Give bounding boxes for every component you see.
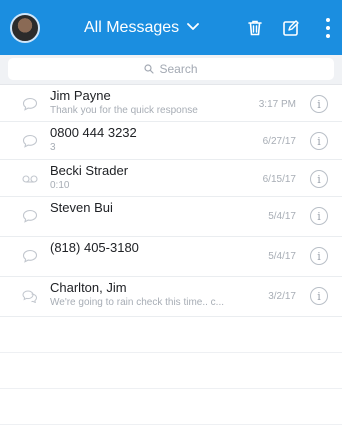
contact-name: Jim Payne	[50, 88, 111, 103]
info-icon[interactable]: i	[310, 132, 328, 150]
search-placeholder: Search	[159, 62, 198, 76]
info-icon[interactable]: i	[310, 207, 328, 225]
page-title: All Messages	[84, 18, 180, 36]
compose-icon[interactable]	[282, 19, 300, 37]
message-row[interactable]: Charlton, Jim We're going to rain check …	[0, 277, 342, 317]
search-input[interactable]: Search	[8, 58, 334, 80]
contact-name: Steven Bui	[50, 200, 113, 215]
message-date: 6/27/17	[262, 136, 296, 147]
message-filter-dropdown[interactable]: All Messages	[84, 18, 200, 37]
message-row[interactable]: Jim Payne Thank you for the quick respon…	[0, 85, 342, 122]
info-icon[interactable]: i	[310, 95, 328, 113]
voicemail-icon	[22, 172, 38, 186]
contact-name: Charlton, Jim	[50, 280, 127, 295]
header-actions	[246, 17, 332, 38]
kebab-dot	[326, 25, 330, 30]
chevron-down-icon	[187, 19, 200, 34]
contact-name: 0800 444 3232	[50, 125, 137, 140]
message-row[interactable]: Becki Strader 0:10 6/15/17 i	[0, 160, 342, 197]
message-preview: We're going to rain check this time.. c.…	[50, 297, 225, 308]
message-icon	[22, 249, 38, 263]
trash-icon[interactable]	[246, 19, 264, 37]
messages-app: All Messages Search Jim Payne Thank you …	[0, 0, 342, 440]
message-row[interactable]: 0800 444 3232 3 6/27/17 i	[0, 122, 342, 160]
message-preview: 0:10	[50, 180, 70, 191]
contact-name: (818) 405-3180	[50, 240, 139, 255]
search-icon	[144, 64, 155, 74]
group-message-icon	[22, 289, 38, 304]
message-date: 3/2/17	[268, 291, 296, 302]
top-bar: All Messages	[0, 0, 342, 55]
kebab-dot	[326, 33, 330, 38]
message-preview: 3	[50, 142, 56, 153]
message-date: 6/15/17	[262, 174, 296, 185]
message-date: 3:17 PM	[258, 99, 296, 110]
contact-name: Becki Strader	[50, 163, 129, 178]
search-bar: Search	[0, 55, 342, 85]
message-icon	[22, 209, 38, 223]
message-icon	[22, 97, 38, 111]
empty-list-row	[0, 353, 342, 389]
message-row[interactable]: Steven Bui 5/4/17 i	[0, 197, 342, 237]
message-row[interactable]: (818) 405-3180 5/4/17 i	[0, 237, 342, 277]
message-preview: Thank you for the quick response	[50, 105, 198, 116]
message-date: 5/4/17	[268, 251, 296, 262]
message-icon	[22, 134, 38, 148]
info-icon[interactable]: i	[310, 287, 328, 305]
info-icon[interactable]: i	[310, 247, 328, 265]
info-icon[interactable]: i	[310, 170, 328, 188]
empty-list-row	[0, 389, 342, 425]
avatar[interactable]	[10, 12, 40, 43]
message-date: 5/4/17	[268, 211, 296, 222]
message-list: Jim Payne Thank you for the quick respon…	[0, 85, 342, 425]
empty-list-row	[0, 317, 342, 353]
more-vertical-icon[interactable]	[324, 17, 332, 38]
kebab-dot	[326, 17, 330, 22]
